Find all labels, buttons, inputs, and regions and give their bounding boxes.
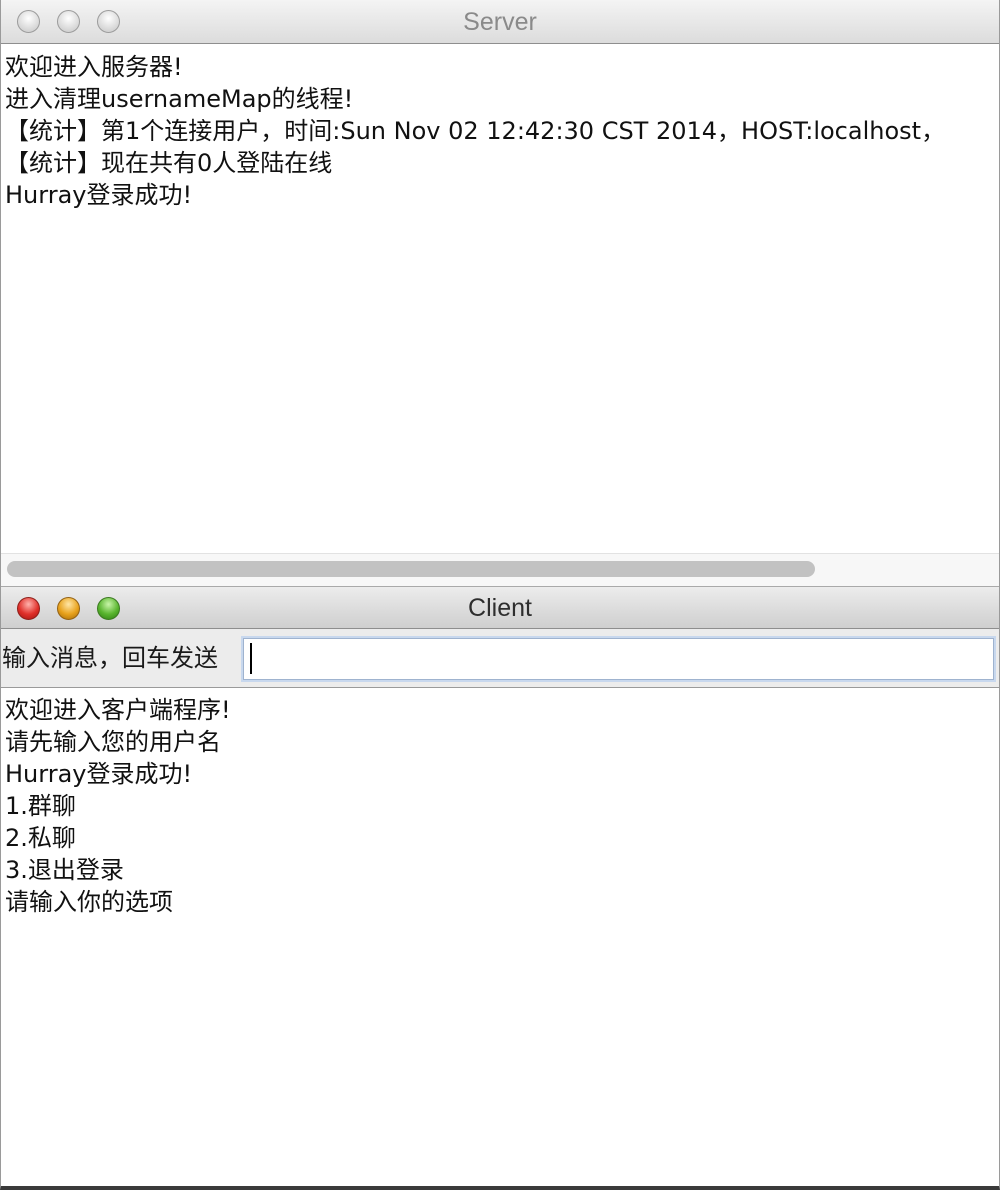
log-line: 2.私聊 [5,824,76,852]
server-titlebar[interactable]: Server [1,0,999,44]
window-title: Server [463,8,537,36]
log-line: 欢迎进入服务器! [5,53,183,81]
log-line: 请输入你的选项 [5,888,173,916]
server-log-textarea[interactable]: 欢迎进入服务器! 进入清理usernameMap的线程! 【统计】第1个连接用户… [1,45,999,553]
client-log-textarea[interactable]: 欢迎进入客户端程序! 请先输入您的用户名 Hurray登录成功! 1.群聊 2.… [1,687,999,1185]
server-window: Server 欢迎进入服务器! 进入清理usernameMap的线程! 【统计】… [0,0,1000,586]
window-title: Client [468,594,532,622]
message-input-label: 输入消息，回车发送 [2,644,218,672]
log-line: 1.群聊 [5,792,76,820]
message-input-row: 输入消息，回车发送 [1,629,999,687]
client-titlebar[interactable]: Client [1,586,999,629]
log-line: Hurray登录成功! [5,760,193,788]
log-line: 【统计】第1个连接用户，时间:Sun Nov 02 12:42:30 CST 2… [5,117,946,145]
log-line: 3.退出登录 [5,856,124,884]
message-input[interactable] [243,638,994,680]
text-caret [250,643,252,674]
log-line: 【统计】现在共有0人登陆在线 [5,149,333,177]
log-line: 进入清理usernameMap的线程! [5,85,354,113]
horizontal-scrollbar[interactable] [1,553,999,586]
scrollbar-thumb[interactable] [7,561,815,577]
log-line: Hurray登录成功! [5,181,193,209]
log-line: 欢迎进入客户端程序! [5,696,231,724]
log-line: 请先输入您的用户名 [5,728,221,756]
client-window: Client 输入消息，回车发送 欢迎进入客户端程序! 请先输入您的用户名 Hu… [0,586,1000,1190]
